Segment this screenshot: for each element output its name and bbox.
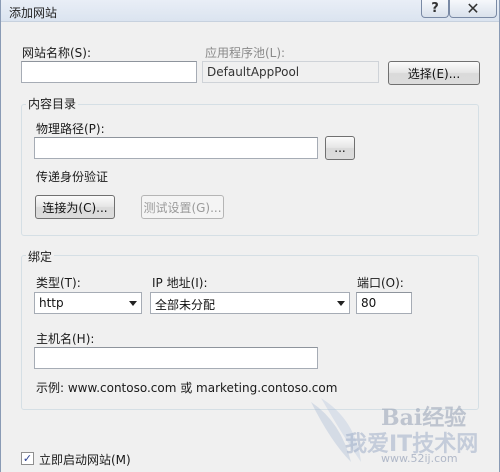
type-select-value: http	[39, 296, 64, 310]
help-button[interactable]: ?	[421, 0, 449, 18]
title-bar: 添加网站 ? ✕	[1, 0, 499, 22]
start-immediately-checkbox[interactable]: ✓	[21, 452, 34, 465]
help-icon: ?	[431, 1, 439, 16]
type-label: 类型(T):	[36, 276, 81, 290]
browse-button[interactable]: ...	[325, 136, 355, 160]
ip-address-select[interactable]: 全部未分配	[150, 292, 350, 314]
hostname-input[interactable]	[34, 347, 318, 369]
port-input[interactable]: 80	[356, 292, 412, 314]
ip-address-select-value: 全部未分配	[155, 298, 216, 312]
pass-through-auth-label: 传递身份验证	[36, 170, 109, 184]
window-title: 添加网站	[9, 6, 58, 20]
physical-path-input[interactable]	[34, 137, 318, 159]
type-select[interactable]: http	[34, 292, 142, 314]
start-immediately-label: 立即启动网站(M)	[39, 453, 131, 467]
app-pool-label: 应用程序池(L):	[205, 46, 286, 60]
hostname-label: 主机名(H):	[36, 332, 95, 346]
site-name-label: 网站名称(S):	[22, 46, 92, 60]
physical-path-label: 物理路径(P):	[36, 122, 105, 136]
checkmark-icon: ✓	[22, 452, 33, 465]
test-settings-button[interactable]: 测试设置(G)...	[141, 195, 224, 219]
app-pool-field: DefaultAppPool	[202, 61, 379, 83]
watermark-line-2: 我爱IT技术网	[345, 432, 479, 457]
port-label: 端口(O):	[357, 276, 404, 290]
binding-title: 绑定	[26, 248, 55, 265]
watermark-line-3: www.52ij.com	[381, 452, 458, 465]
close-icon: ✕	[466, 0, 480, 18]
site-name-input[interactable]	[21, 61, 197, 83]
close-button[interactable]: ✕	[449, 0, 497, 18]
select-app-pool-button[interactable]: 选择(E)...	[388, 61, 480, 85]
hostname-example-text: 示例: www.contoso.com 或 marketing.contoso.…	[36, 381, 338, 395]
content-directory-title: 内容目录	[26, 95, 79, 112]
chevron-down-icon	[129, 301, 137, 306]
ip-address-label: IP 地址(I):	[152, 276, 208, 290]
chevron-down-icon	[337, 301, 345, 306]
add-website-dialog: 添加网站 ? ✕ 网站名称(S): 应用程序池(L): DefaultAppPo…	[0, 0, 500, 472]
connect-as-button[interactable]: 连接为(C)...	[35, 195, 115, 219]
